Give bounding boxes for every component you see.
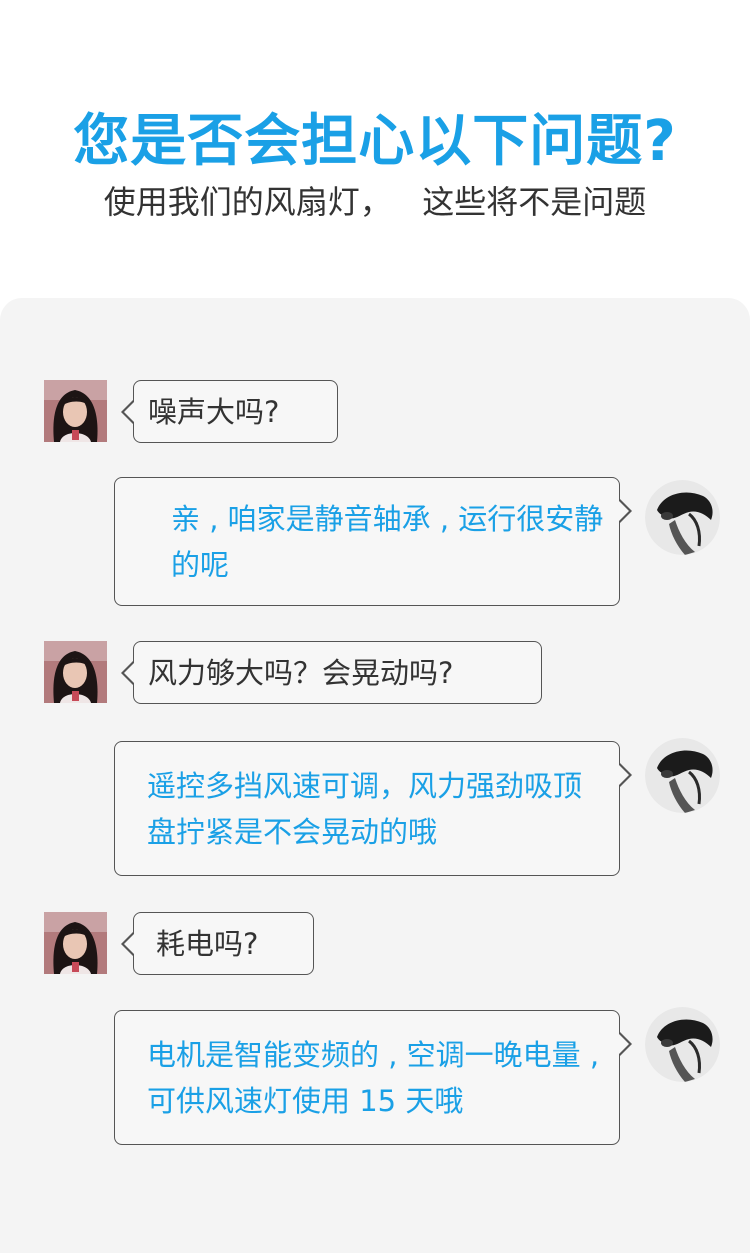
page-title: 您是否会担心以下问题? [73, 109, 677, 174]
chat-answer-text: 电机是智能变频的 , 空调一晚电量 , 可供风速灯使用 15 天哦 [147, 1037, 600, 1118]
girl-avatar-icon [44, 380, 107, 442]
chat-answer-text: 遥控多挡风速可调，风力强劲吸顶盘拧紧是不会晃动的哦 [147, 768, 583, 849]
chat-answer-bubble: 电机是智能变频的 , 空调一晚电量 , 可供风速灯使用 15 天哦 [114, 1010, 632, 1145]
sketch-portrait-avatar-icon [645, 1007, 720, 1082]
sketch-portrait-avatar-icon [645, 480, 720, 555]
chat-answer-bubble: 遥控多挡风速可调，风力强劲吸顶盘拧紧是不会晃动的哦 [114, 741, 632, 876]
chat-answer-text: 亲 , 咱家是静音轴承 , 运行很安静的呢 [171, 501, 604, 582]
chat-panel: 噪声大吗? 亲 , 咱家是静音轴承 , 运行很安静的呢 风力够大吗？会晃动吗? … [0, 298, 750, 1253]
chat-answer-bubble: 亲 , 咱家是静音轴承 , 运行很安静的呢 [114, 477, 632, 606]
chat-question-text: 风力够大吗？会晃动吗? [148, 655, 454, 690]
page-subtitle: 使用我们的风扇灯， 这些将不是问题 [103, 183, 647, 221]
girl-avatar-icon [44, 641, 107, 703]
girl-avatar-icon [44, 912, 107, 974]
chat-question-bubble: 风力够大吗？会晃动吗? [121, 641, 542, 704]
chat-question-text: 耗电吗? [156, 926, 259, 961]
sketch-portrait-avatar-icon [645, 738, 720, 813]
chat-question-bubble: 噪声大吗? [121, 380, 338, 443]
chat-question-text: 噪声大吗? [148, 394, 280, 429]
chat-question-bubble: 耗电吗? [121, 912, 314, 975]
